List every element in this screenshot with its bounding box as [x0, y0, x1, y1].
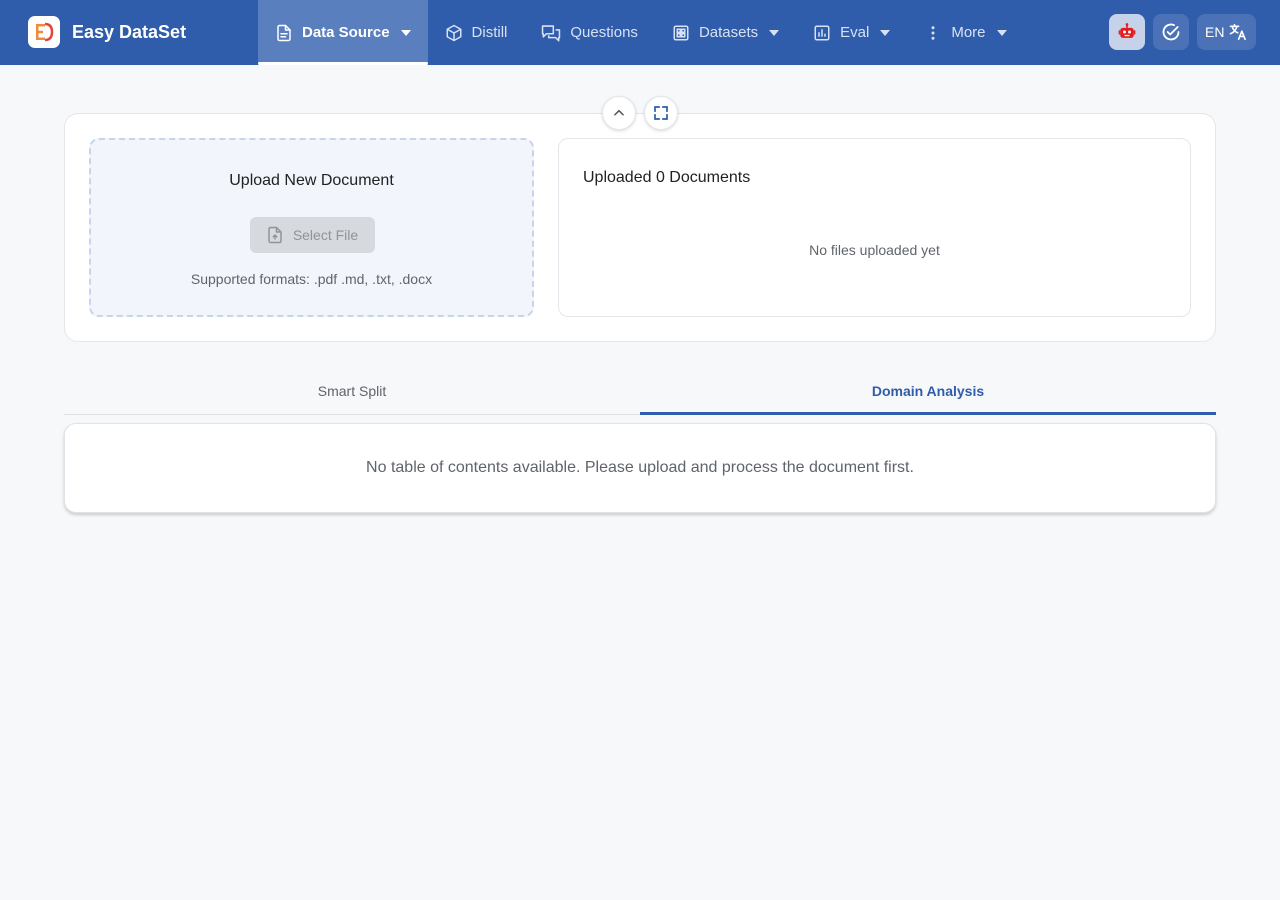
nav-item-label: Distill — [471, 24, 508, 41]
select-file-label: Select File — [292, 227, 359, 243]
chat-icon — [542, 24, 561, 41]
supported-formats: Supported formats: .pdf .md, .txt, .docx — [190, 271, 433, 287]
language-label: EN — [1205, 24, 1225, 40]
nav-item-label: More — [951, 24, 986, 41]
document-icon — [277, 24, 291, 41]
empty-toc-message: No table of contents available. Please u… — [366, 459, 914, 476]
file-upload-icon — [268, 226, 282, 244]
upload-dropzone[interactable]: Upload New Document Select File Supporte… — [89, 138, 534, 317]
caret-down-icon — [880, 29, 891, 36]
fullscreen-button[interactable] — [644, 96, 678, 130]
nav-item-label: Data Source — [302, 24, 390, 41]
nav-item-datasets[interactable]: Datasets — [655, 0, 796, 65]
more-vertical-icon — [931, 25, 935, 40]
nav-item-data-source[interactable]: Data Source — [258, 0, 428, 65]
nav-item-label: Questions — [570, 24, 638, 41]
tab-smart-split[interactable]: Smart Split — [64, 366, 640, 414]
uploaded-documents-title: Uploaded 0 Documents — [583, 169, 751, 186]
uploaded-documents-box: Uploaded 0 Documents No files uploaded y… — [558, 138, 1191, 317]
translate-icon — [1230, 23, 1247, 41]
model-select-button[interactable] — [1109, 14, 1145, 50]
app-name: Easy DataSet — [72, 21, 187, 42]
analysis-tabs: Smart Split Domain Analysis — [64, 366, 1216, 415]
uploaded-empty-message: No files uploaded yet — [809, 242, 940, 258]
bar-chart-icon — [814, 25, 830, 40]
nav-item-label: Datasets — [698, 24, 759, 41]
tab-domain-analysis[interactable]: Domain Analysis — [640, 366, 1216, 415]
domain-analysis-content: No table of contents available. Please u… — [64, 423, 1216, 513]
fullscreen-icon — [654, 106, 668, 120]
tasks-button[interactable] — [1153, 14, 1189, 50]
collapse-panel-button[interactable] — [602, 96, 636, 130]
top-navigation-bar: Easy DataSet Data Source Distill Questio… — [0, 0, 1280, 65]
caret-down-icon — [400, 29, 411, 36]
chevron-up-icon — [614, 109, 624, 116]
upload-title: Upload New Document — [229, 172, 394, 189]
grid-icon — [673, 25, 689, 40]
language-switch-button[interactable]: EN — [1197, 14, 1256, 50]
select-file-button[interactable]: Select File — [250, 217, 375, 253]
nav-item-distill[interactable]: Distill — [428, 0, 525, 65]
cube-icon — [446, 24, 462, 41]
brand[interactable]: Easy DataSet — [28, 16, 186, 48]
nav-item-eval[interactable]: Eval — [796, 0, 907, 65]
nav-item-more[interactable]: More — [907, 0, 1023, 65]
robot-icon — [1118, 23, 1136, 38]
check-circle-icon — [1162, 23, 1180, 41]
app-logo-icon — [28, 16, 60, 48]
caret-down-icon — [769, 29, 780, 36]
nav-item-questions[interactable]: Questions — [524, 0, 655, 65]
nav-item-label: Eval — [840, 24, 870, 41]
main-nav: Data Source Distill Questions Datasets E… — [258, 0, 1024, 65]
top-actions: EN — [1109, 14, 1256, 50]
document-upload-panel: Upload New Document Select File Supporte… — [64, 113, 1216, 342]
caret-down-icon — [996, 29, 1007, 36]
